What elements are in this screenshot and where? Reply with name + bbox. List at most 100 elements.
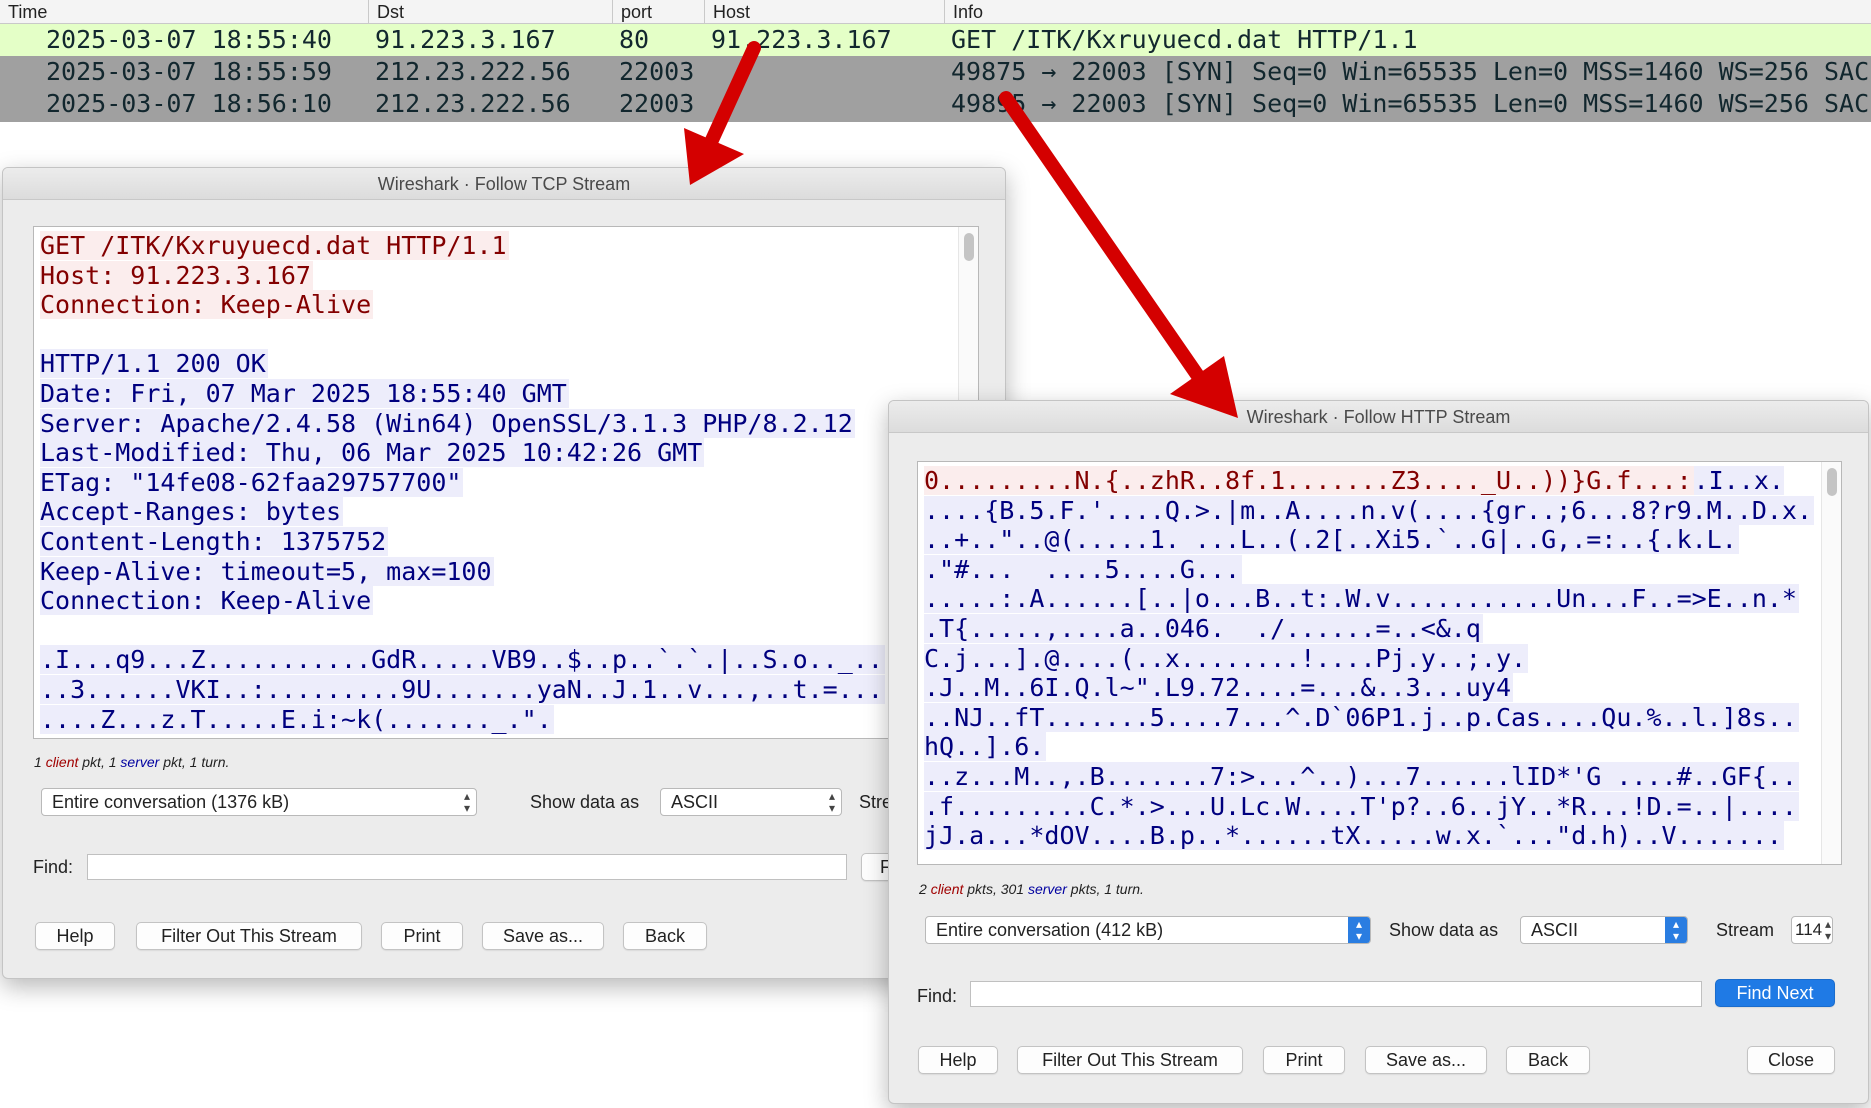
client-count: 2 bbox=[919, 881, 927, 897]
stream-line: Content-Length: 1375752 bbox=[40, 526, 954, 557]
packet-row[interactable]: 2025-03-07 18:55:40 91.223.3.167 80 91.2… bbox=[0, 24, 1871, 56]
server-text: ..+.."..@(.....1. ...L..(.2[..Xi5.`..G|.… bbox=[924, 525, 1739, 555]
dialog-title[interactable]: Wireshark · Follow TCP Stream bbox=[3, 168, 1005, 200]
server-text: ....Z...z.T.....E.i:~k(......._.". bbox=[40, 704, 554, 734]
find-input[interactable] bbox=[87, 854, 847, 880]
server-count: 1 bbox=[108, 754, 117, 770]
scrollbar-thumb[interactable] bbox=[1827, 468, 1837, 496]
stream-line: C.j...].@....(..x........!....Pj.y..;.y. bbox=[924, 643, 1817, 674]
server-text: .....:.A......[..|o...B..t:.W.v.........… bbox=[924, 584, 1799, 614]
back-button[interactable]: Back bbox=[1506, 1046, 1590, 1074]
show-data-label: Show data as bbox=[1389, 920, 1499, 940]
print-button[interactable]: Print bbox=[1263, 1046, 1345, 1074]
column-header-host[interactable]: Host bbox=[704, 0, 944, 24]
stream-line: ETag: "14fe08-62faa29757700" bbox=[40, 467, 954, 498]
stream-line: Last-Modified: Thu, 06 Mar 2025 10:42:26… bbox=[40, 438, 954, 468]
stream-line: Keep-Alive: timeout=5, max=100 bbox=[40, 556, 954, 587]
stream-line: GET /ITK/Kxruyuecd.dat HTTP/1.1 bbox=[40, 231, 954, 261]
stream-content[interactable]: GET /ITK/Kxruyuecd.dat HTTP/1.1 Host: 91.… bbox=[33, 226, 979, 739]
stream-line: Accept-Ranges: bytes bbox=[40, 497, 954, 527]
filter-out-stream-button[interactable]: Filter Out This Stream bbox=[136, 922, 362, 950]
server-text: Accept-Ranges: bytes bbox=[40, 497, 344, 527]
server-text: .J..M..6I.Q.l~".L9.72....=...&..3...uy4 bbox=[924, 673, 1513, 703]
print-button[interactable]: Print bbox=[381, 922, 463, 950]
server-text: Connection: Keep-Alive bbox=[40, 586, 374, 616]
filter-out-stream-button[interactable]: Filter Out This Stream bbox=[1017, 1046, 1243, 1074]
packet-row[interactable]: 2025-03-07 18:55:59 212.23.222.56 22003 … bbox=[0, 56, 1871, 88]
packet-list-header: Time Dst port Host Info bbox=[0, 0, 1871, 24]
back-button[interactable]: Back bbox=[623, 922, 707, 950]
cell-dst: 91.223.3.167 bbox=[375, 25, 556, 54]
cell-info: 49875 → 22003 [SYN] Seq=0 Win=65535 Len=… bbox=[951, 57, 1870, 86]
packet-row[interactable]: 2025-03-07 18:56:10 212.23.222.56 22003 … bbox=[0, 88, 1871, 120]
stream-number-field[interactable]: 114 ▴ ▾ bbox=[1791, 916, 1833, 944]
column-header-info[interactable]: Info bbox=[944, 0, 1871, 24]
dialog-title[interactable]: Wireshark · Follow HTTP Stream bbox=[889, 401, 1868, 433]
save-as-button[interactable]: Save as... bbox=[482, 922, 604, 950]
stream-line: 0.........N.{..zhR..8f.1.......Z3...._U.… bbox=[924, 466, 1817, 496]
server-text: ..NJ..fT.......5....7...^.D`06P1.j..p.Ca… bbox=[924, 702, 1799, 732]
find-label: Find: bbox=[917, 986, 958, 1006]
client-word: client bbox=[45, 754, 79, 770]
server-text: C.j...].@....(..x........!....Pj.y..;.y. bbox=[924, 643, 1529, 673]
server-text: ."#... ....5....G... bbox=[924, 554, 1243, 584]
server-text: .T{.....,....a..046. ./......=..<&.q bbox=[924, 613, 1483, 643]
column-header-port[interactable]: port bbox=[612, 0, 704, 24]
client-word: client bbox=[930, 881, 964, 897]
close-button[interactable]: Close bbox=[1747, 1046, 1835, 1074]
follow-tcp-stream-dialog: Wireshark · Follow TCP Stream GET /ITK/K… bbox=[2, 167, 1006, 979]
find-input[interactable] bbox=[970, 981, 1702, 1007]
up-down-chevron-icon: ▴ ▾ bbox=[463, 789, 470, 815]
server-text: Keep-Alive: timeout=5, max=100 bbox=[40, 556, 494, 586]
server-text: HTTP/1.1 200 OK bbox=[40, 349, 268, 379]
help-button[interactable]: Help bbox=[918, 1046, 998, 1074]
stepper-icon[interactable]: ▴ ▾ bbox=[1825, 917, 1831, 942]
server-text: .f.........C.*.>...U.Lc.W....T'p?..6..jY… bbox=[924, 791, 1799, 821]
client-suffix: pkts, bbox=[967, 881, 997, 897]
stream-line: ..z...M..,.B.......7:>...^..)...7......l… bbox=[924, 761, 1817, 792]
stream-line: Host: 91.223.3.167 bbox=[40, 260, 954, 291]
column-header-time[interactable]: Time bbox=[0, 0, 368, 24]
server-text: .I..x. bbox=[1693, 466, 1784, 495]
help-button[interactable]: Help bbox=[35, 922, 115, 950]
scrollbar[interactable] bbox=[1821, 462, 1841, 864]
column-header-dst[interactable]: Dst bbox=[368, 0, 612, 24]
cell-time: 2025-03-07 18:56:10 bbox=[46, 89, 332, 118]
packet-list-divider bbox=[0, 120, 1871, 122]
stream-line: ."#... ....5....G... bbox=[924, 554, 1817, 585]
stream-line: HTTP/1.1 200 OK bbox=[40, 349, 954, 379]
show-data-select[interactable]: ASCII ▴ ▾ bbox=[660, 788, 842, 816]
stream-line: .....:.A......[..|o...B..t:.W.v.........… bbox=[924, 584, 1817, 614]
show-data-value: ASCII bbox=[1531, 920, 1579, 940]
server-text: Server: Apache/2.4.58 (Win64) OpenSSL/3.… bbox=[40, 408, 855, 438]
find-next-button[interactable]: Find Next bbox=[1715, 979, 1835, 1007]
client-count: 1 bbox=[34, 754, 42, 770]
client-suffix: pkt, bbox=[82, 754, 105, 770]
stream-line: .f.........C.*.>...U.Lc.W....T'p?..6..jY… bbox=[924, 791, 1817, 822]
server-suffix: pkts, 1 turn. bbox=[1070, 881, 1144, 897]
packet-list: Time Dst port Host Info 2025-03-07 18:55… bbox=[0, 0, 1871, 122]
save-as-button[interactable]: Save as... bbox=[1365, 1046, 1487, 1074]
cell-time: 2025-03-07 18:55:40 bbox=[46, 25, 332, 54]
client-text: 0.........N.{..zhR..8f.1.......Z3...._U.… bbox=[924, 466, 1694, 495]
stream-line: jJ.a...*dOV....B.p..*......tX.....w.x.`.… bbox=[924, 821, 1817, 851]
stream-content[interactable]: 0.........N.{..zhR..8f.1.......Z3...._U.… bbox=[917, 461, 1842, 865]
cell-info: 49895 → 22003 [SYN] Seq=0 Win=65535 Len=… bbox=[951, 89, 1870, 118]
server-count: 301 bbox=[1000, 881, 1025, 897]
show-data-label: Show data as bbox=[530, 792, 640, 812]
up-down-chevron-icon: ▴ ▾ bbox=[1348, 917, 1370, 943]
cell-port: 22003 bbox=[619, 57, 695, 86]
show-data-select[interactable]: ASCII ▴ ▾ bbox=[1520, 916, 1688, 944]
stream-line: Connection: Keep-Alive bbox=[40, 290, 954, 320]
stream-line bbox=[40, 616, 954, 646]
scrollbar-thumb[interactable] bbox=[964, 233, 974, 261]
follow-http-stream-dialog: Wireshark · Follow HTTP Stream 0........… bbox=[888, 400, 1869, 1104]
stream-line: Date: Fri, 07 Mar 2025 18:55:40 GMT bbox=[40, 378, 954, 409]
conversation-select[interactable]: Entire conversation (412 kB) ▴ ▾ bbox=[925, 916, 1371, 944]
server-text: Date: Fri, 07 Mar 2025 18:55:40 GMT bbox=[40, 378, 569, 408]
cell-port: 22003 bbox=[619, 89, 695, 118]
stream-number-value: 114 bbox=[1795, 920, 1823, 939]
up-down-chevron-icon: ▴ ▾ bbox=[828, 789, 835, 815]
conversation-select[interactable]: Entire conversation (1376 kB) ▴ ▾ bbox=[41, 788, 477, 816]
packet-summary: 2 client pkts, 301 server pkts, 1 turn. bbox=[919, 881, 1144, 897]
